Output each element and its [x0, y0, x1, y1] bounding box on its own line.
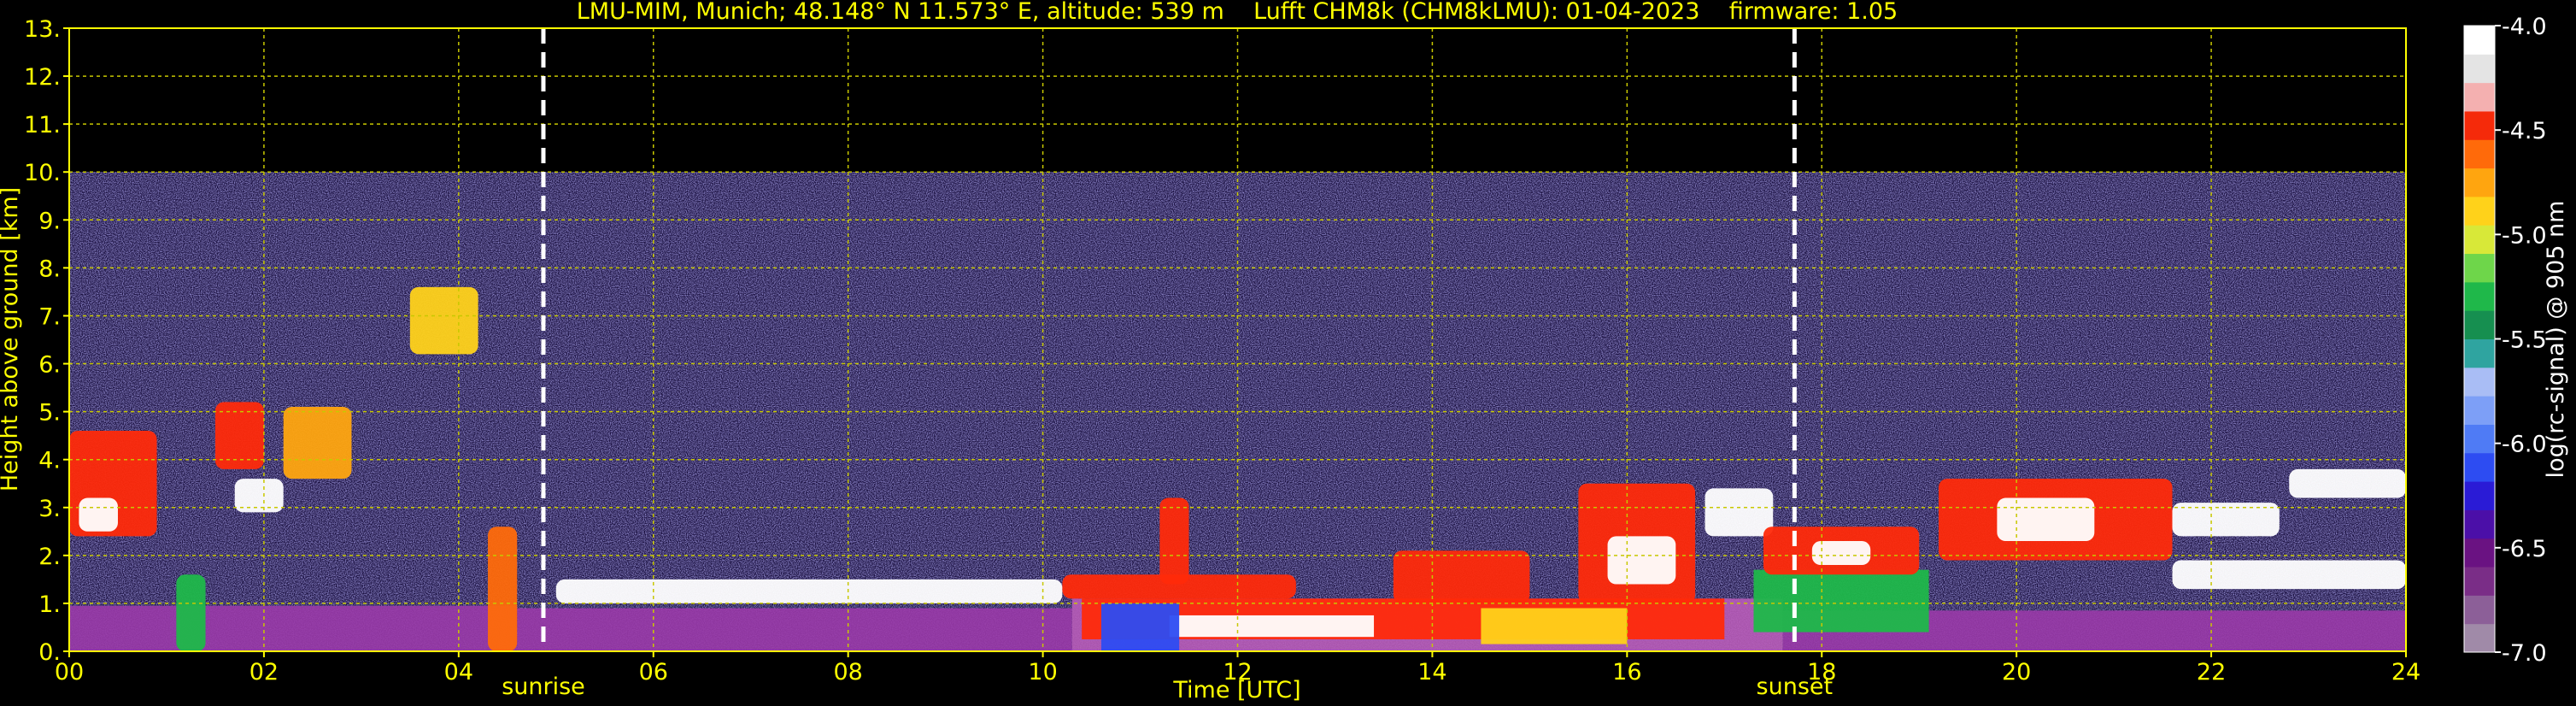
colorbar-swatch-4: [2464, 509, 2495, 539]
colorbar-swatch-20: [2464, 54, 2495, 84]
y-tick-label-3: 3.: [38, 496, 61, 522]
x-tick-label-20: 20: [2002, 659, 2031, 685]
plot-area: [69, 28, 2406, 651]
colorbar-swatch-10: [2464, 338, 2495, 368]
y-tick-label-12: 12.: [24, 64, 61, 91]
cloud-12: [283, 407, 352, 479]
colorbar-swatch-7: [2464, 424, 2495, 454]
colorbar-swatch-12: [2464, 281, 2495, 311]
cloud-17: [555, 579, 1063, 603]
colorbar-swatch-15: [2464, 196, 2495, 226]
aerosol-7: [1481, 608, 1628, 644]
y-tick-label-13: 13.: [24, 16, 61, 43]
y-tick-label-10: 10.: [24, 160, 61, 186]
aerosol-8: [1753, 569, 1929, 632]
colorbar-tick-label-5: -6.5: [2502, 536, 2547, 562]
y-tick-label-1: 1.: [38, 591, 61, 618]
colorbar-tick-label-2: -5.0: [2502, 222, 2547, 249]
cloud-29: [2289, 468, 2406, 498]
colorbar-tick-label-3: -5.5: [2502, 327, 2547, 354]
colorbar-tick-label-0: -4.0: [2502, 14, 2547, 40]
colorbar-ticks: -4.0 -4.5 -5.0 -5.5 -6.0 -6.5 -7.0: [2495, 14, 2547, 667]
y-tick-label-6: 6.: [38, 352, 61, 379]
sunrise-label: sunrise: [502, 674, 585, 700]
y-tick-label-0: 0.: [38, 639, 61, 666]
colorbar-tick-label-1: -4.5: [2502, 118, 2547, 144]
colorbar-swatch-0: [2464, 623, 2495, 653]
x-tick-label-22: 22: [2197, 659, 2226, 685]
colorbar-tick-label-6: -7.0: [2502, 640, 2547, 667]
colorbar-swatch-21: [2464, 26, 2495, 55]
colorbar-swatch-5: [2464, 481, 2495, 510]
y-tick-label-8: 8.: [38, 256, 61, 282]
x-tick-label-08: 08: [833, 659, 862, 685]
y-axis-label: Height above ground [km]: [0, 187, 23, 491]
cloud-19: [1159, 497, 1189, 585]
cloud-15: [176, 574, 206, 651]
colorbar-swatch-17: [2464, 139, 2495, 169]
colorbar-swatch-1: [2464, 595, 2495, 625]
cloud-23: [1705, 488, 1774, 537]
ceilometer-chart: LMU-MIM, Munich; 48.148° N 11.573° E, al…: [0, 0, 2569, 703]
x-tick-label-24: 24: [2391, 659, 2421, 685]
colorbar-swatch-6: [2464, 452, 2495, 482]
y-tick-label-5: 5.: [38, 400, 61, 427]
colorbar-tick-label-4: -6.0: [2502, 432, 2547, 458]
colorbar-swatch-13: [2464, 253, 2495, 283]
chart-title: LMU-MIM, Munich; 48.148° N 11.573° E, al…: [577, 0, 1898, 25]
cloud-10: [79, 497, 118, 532]
colorbar-swatch-19: [2464, 82, 2495, 112]
y-tick-label-7: 7.: [38, 303, 61, 330]
colorbar-swatch-18: [2464, 110, 2495, 140]
colorbar-swatch-11: [2464, 310, 2495, 339]
cloud-30: [2172, 560, 2406, 590]
cloud-22: [1607, 536, 1676, 585]
y-tick-label-2: 2.: [38, 544, 61, 570]
colorbar: -4.0 -4.5 -5.0 -5.5 -6.0 -6.5 -7.0 log(rc-sign…: [2463, 14, 2569, 667]
colorbar-swatch-3: [2464, 538, 2495, 568]
x-tick-label-10: 10: [1028, 659, 1057, 685]
cloud-20: [1393, 550, 1530, 603]
colorbar-swatches: [2464, 26, 2495, 653]
boundary_layer-0: [69, 605, 518, 651]
x-tick-label-04: 04: [444, 659, 473, 685]
y-tick-label-4: 4.: [38, 448, 61, 474]
y-axis-ticks: 0. 1. 2. 3. 4. 5. 6. 7. 8. 9. 10. 11. 12. 13.: [24, 16, 69, 666]
cloud-16: [488, 527, 518, 651]
cloud-14: [409, 286, 478, 355]
colorbar-swatch-2: [2464, 567, 2495, 596]
colorbar-swatch-14: [2464, 225, 2495, 255]
aerosol-5: [1169, 615, 1375, 638]
colorbar-label: log(rc-signal) @ 905 nm: [2543, 201, 2569, 479]
y-tick-label-9: 9.: [38, 208, 61, 234]
colorbar-swatch-16: [2464, 168, 2495, 197]
boundary_layer-1: [517, 608, 1072, 651]
x-tick-label-06: 06: [639, 659, 668, 685]
y-tick-label-11: 11.: [24, 112, 61, 138]
x-tick-label-16: 16: [1612, 659, 1641, 685]
sunset-label: sunset: [1757, 674, 1834, 700]
x-axis-label: Time [UTC]: [1172, 677, 1300, 703]
x-tick-label-02: 02: [249, 659, 279, 685]
cloud-25: [1811, 541, 1871, 566]
colorbar-swatch-9: [2464, 367, 2495, 397]
aerosol-6: [1100, 603, 1180, 651]
x-tick-label-14: 14: [1417, 659, 1446, 685]
cloud-27: [1997, 497, 2095, 542]
colorbar-swatch-8: [2464, 396, 2495, 425]
